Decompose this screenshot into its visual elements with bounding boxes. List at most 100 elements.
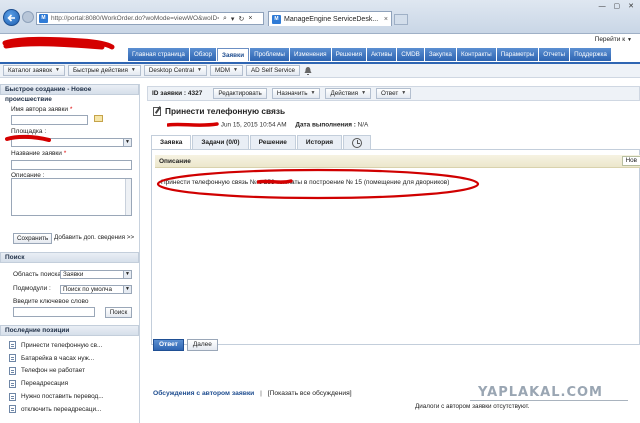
main-tab[interactable]: Изменения (289, 48, 331, 61)
next-button[interactable]: Далее (186, 339, 218, 351)
due-label: Дата выполнения : (295, 121, 356, 129)
document-icon (9, 341, 16, 350)
request-subtab[interactable]: Заявка (151, 135, 192, 149)
recent-item-label: Батарейка в часах нуж... (21, 354, 95, 362)
add-details-link[interactable]: Добавить доп. сведения >> (54, 234, 134, 241)
request-subtab[interactable]: Решение (249, 135, 296, 149)
back-arrow-icon (7, 14, 15, 22)
caret-down-icon: ▼ (401, 90, 407, 96)
quick-actions-button[interactable]: Быстрые действия ▼ (67, 65, 141, 76)
catalog-button[interactable]: Каталог заявок ▼ (3, 65, 65, 76)
address-tools: ⌕ ▾ ↻ × (223, 15, 252, 23)
save-button[interactable]: Сохранить (13, 233, 53, 244)
goto-menu[interactable]: Перейти к ▼ (595, 36, 632, 43)
catalog-label: Каталог заявок (8, 67, 52, 74)
address-bar[interactable]: M http://portal:8080/WorkOrder.do?woMode… (36, 12, 264, 25)
recent-item[interactable]: Переадресация (0, 377, 139, 390)
main-tab[interactable]: Обзор (189, 48, 217, 61)
ad-self-service-button[interactable]: AD Self Service (245, 65, 301, 76)
document-icon (9, 379, 16, 388)
main-tab[interactable]: Закупка (424, 48, 456, 61)
main-tab[interactable]: Активы (366, 48, 397, 61)
recent-item[interactable]: Телефон не работает (0, 365, 139, 378)
new-button[interactable]: Нов (621, 156, 640, 166)
chevron-down-icon: ▼ (123, 139, 131, 146)
document-icon (9, 405, 16, 414)
requester-input[interactable] (11, 115, 88, 125)
recent-item[interactable]: Нужно поставить перевод... (0, 390, 139, 403)
show-all-discussions[interactable]: [Показать все обсуждения] (268, 390, 352, 397)
discussion-row: Обсуждения с автором заявки | [Показать … (153, 390, 352, 397)
redaction-scribble (166, 122, 219, 127)
new-tab-button[interactable] (394, 14, 408, 25)
subject-input[interactable] (11, 160, 132, 170)
address-url[interactable]: http://portal:8080/WorkOrder.do?woMode=v… (51, 15, 219, 22)
recent-item[interactable]: отключить переадресаци... (0, 403, 139, 416)
forward-button[interactable] (22, 11, 34, 23)
close-window-icon[interactable]: ✕ (628, 2, 634, 10)
recent-items-panel: Последние позиции Принести телефонную св… (0, 325, 139, 416)
submodule-select[interactable]: Поиск по умолча ▼ (60, 285, 132, 294)
quick-actions-label: Быстрые действия (72, 67, 128, 74)
assign-button[interactable]: Назначить ▼ (271, 88, 321, 99)
maximize-icon[interactable]: ▢ (614, 2, 621, 10)
due-value: N/A (357, 121, 369, 129)
left-sidebar: Быстрое создание - Новое происшествие Им… (0, 84, 140, 423)
dropdown-icon[interactable]: ▾ (231, 15, 235, 23)
main-tab[interactable]: Проблемы (250, 48, 289, 61)
bell-icon[interactable] (303, 66, 313, 76)
request-tab-content: Описание Нов Принести телефонную связь №… (151, 149, 640, 345)
description-textarea[interactable] (11, 178, 132, 216)
reply-button[interactable]: Ответ (153, 339, 184, 351)
edit-label: Редактировать (218, 90, 262, 97)
main-tab[interactable]: Заявки (217, 48, 250, 61)
description-text: Принести телефонную связь № с 253 комнат… (161, 179, 450, 186)
submodule-label: Подмодули : (13, 285, 51, 292)
request-tabs: Заявка Задачи (0/0) Решение История (151, 135, 372, 149)
recent-item[interactable]: Батарейка в часах нуж... (0, 352, 139, 365)
request-subtab[interactable]: История (296, 135, 343, 149)
desktop-central-button[interactable]: Desktop Central ▼ (143, 65, 207, 76)
minimize-icon[interactable]: — (599, 3, 606, 10)
search-scope-label: Область поиска: (13, 271, 63, 278)
search-icon[interactable]: ⌕ (223, 15, 227, 23)
mdm-button[interactable]: MDM ▼ (209, 65, 243, 76)
main-tab[interactable]: CMDB (397, 48, 424, 61)
main-tab[interactable]: Отчеты (539, 48, 570, 61)
edit-pencil-icon[interactable] (153, 106, 161, 116)
main-tab[interactable]: Параметры (496, 48, 539, 61)
discussion-link[interactable]: Обсуждения с автором заявки (153, 390, 254, 397)
document-icon (9, 354, 16, 363)
description-title: Описание (159, 158, 191, 165)
tab-favicon: M (272, 14, 281, 24)
stop-icon[interactable]: × (248, 15, 252, 23)
chevron-down-icon: ▼ (627, 37, 632, 43)
refresh-icon[interactable]: ↻ (238, 15, 244, 23)
main-tab[interactable]: Главная страница (128, 48, 189, 61)
chevron-down-icon: ▼ (123, 271, 131, 278)
back-button[interactable] (3, 9, 20, 26)
search-scope-select[interactable]: Заявки ▼ (60, 270, 132, 279)
recent-item[interactable]: Принести телефонную св... (0, 339, 139, 352)
tab-close-icon[interactable]: × (384, 16, 388, 23)
main-tab[interactable]: Контракты (456, 48, 496, 61)
history-clock-tab[interactable] (343, 135, 372, 149)
browser-toolbar: M http://portal:8080/WorkOrder.do?woMode… (0, 0, 640, 34)
request-subtab[interactable]: Задачи (0/0) (192, 135, 249, 149)
main-tab[interactable]: Решения (331, 48, 366, 61)
caret-down-icon: ▼ (130, 67, 136, 73)
actions-button[interactable]: Действия ▼ (325, 88, 372, 99)
contact-lookup-icon[interactable] (94, 115, 103, 122)
search-panel: Поиск Область поиска: Заявки ▼ Подмодули … (0, 252, 139, 330)
search-button[interactable]: Поиск (105, 307, 132, 318)
browser-tab-active[interactable]: M ManageEngine ServiceDesk... × (268, 11, 392, 26)
caret-down-icon: ▼ (361, 90, 367, 96)
discussion-separator: | (260, 390, 262, 397)
textarea-scrollbar[interactable] (125, 179, 131, 215)
main-navigation: Главная страница Обзор Заявки Проблемы Измен… (128, 48, 612, 61)
keyword-input[interactable] (13, 307, 95, 317)
edit-button[interactable]: Редактировать (213, 88, 267, 99)
main-tab[interactable]: Поддержка (570, 48, 611, 61)
reply-dropdown-button[interactable]: Ответ ▼ (376, 88, 412, 99)
desktop-central-label: Desktop Central (148, 67, 195, 74)
